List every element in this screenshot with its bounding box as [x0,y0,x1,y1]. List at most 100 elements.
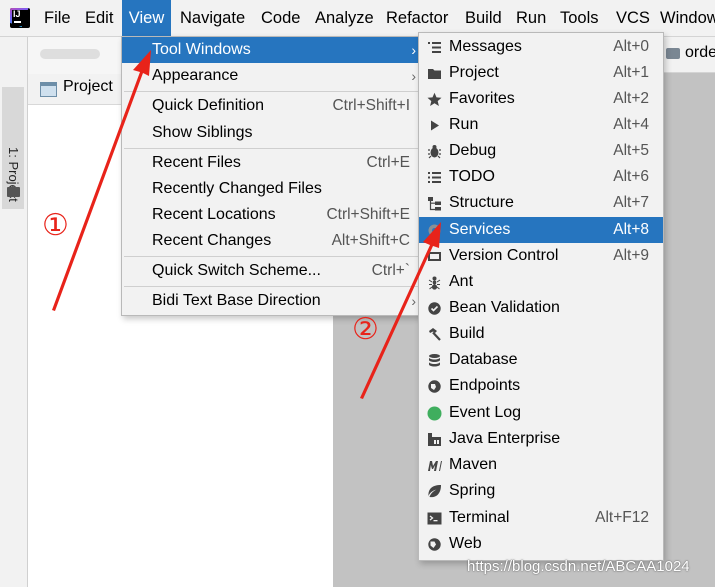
tool-windows-submenu: Messages Alt+0 Project Alt+1 Favorites A… [418,32,664,561]
view-menu-item-label: Bidi Text Base Direction [152,292,321,309]
folder-icon [666,48,680,59]
shortcut-label: Alt+7 [613,194,649,211]
shortcut-label: Alt+4 [613,116,649,133]
ant-icon [428,276,441,290]
editor-tab[interactable]: orde [660,37,715,73]
tool-window-item-label: Debug [449,142,497,159]
bug-icon [428,145,441,159]
tool-window-item-debug[interactable]: Debug Alt+5 [419,138,663,164]
menu-window[interactable]: Window [660,0,715,36]
tool-window-item-label: Ant [449,273,474,290]
tool-window-item-structure[interactable]: Structure Alt+7 [419,190,663,216]
shortcut-label: Ctrl+` [371,262,410,279]
tool-window-item-maven[interactable]: Maven [419,452,663,478]
editor-tab-label: orde [685,44,715,61]
tool-window-item-favorites[interactable]: Favorites Alt+2 [419,86,663,112]
intellij-logo-icon: IJ [10,8,30,28]
tool-window-item-label: Project [449,64,499,81]
menu-separator [124,148,418,149]
tool-window-item-messages[interactable]: Messages Alt+0 [419,34,663,60]
view-menu-item-label: Recent Locations [152,206,276,223]
tool-window-item-terminal[interactable]: Terminal Alt+F12 [419,505,663,531]
shortcut-label: Alt+9 [613,247,649,264]
tool-window-item-todo[interactable]: TODO Alt+6 [419,164,663,190]
tool-window-item-project[interactable]: Project Alt+1 [419,60,663,86]
menu-vcs[interactable]: VCS [616,0,650,36]
view-menu-item-bidi-text-base-direction[interactable]: Bidi Text Base Direction › [122,288,420,314]
tool-window-item-event-log[interactable]: Event Log [419,400,663,426]
menu-separator [124,256,418,257]
view-menu-item-label: Recently Changed Files [152,180,322,197]
menu-separator [124,91,418,92]
tool-window-item-bean-validation[interactable]: Bean Validation [419,295,663,321]
menu-run[interactable]: Run [516,0,546,36]
hammer-icon [429,328,441,341]
tool-window-item-run[interactable]: Run Alt+4 [419,112,663,138]
view-menu-dropdown: Tool Windows › Appearance › Quick Defini… [121,36,421,316]
tool-window-item-label: Bean Validation [449,299,560,316]
menu-build[interactable]: Build [465,0,502,36]
menu-code[interactable]: Code [261,0,300,36]
shortcut-label: Alt+1 [613,64,649,81]
tool-window-item-java-enterprise[interactable]: Java Enterprise [419,426,663,452]
structure-icon [428,197,441,211]
tool-window-item-spring[interactable]: Spring [419,478,663,504]
tool-window-item-label: Build [449,325,485,342]
star-icon [427,92,442,106]
project-window-icon [40,82,57,97]
view-menu-item-recently-changed-files[interactable]: Recently Changed Files [122,176,420,202]
tool-window-item-endpoints[interactable]: Endpoints [419,373,663,399]
watermark-text: https://blog.csdn.net/ABCAA1024 [467,558,690,575]
tool-window-item-label: Favorites [449,90,515,107]
shortcut-label: Alt+5 [613,142,649,159]
view-menu-item-quick-switch-scheme[interactable]: Quick Switch Scheme... Ctrl+` [122,258,420,284]
web-icon [428,538,441,551]
tool-window-item-build[interactable]: Build [419,321,663,347]
folder-icon [7,187,20,197]
menu-analyze[interactable]: Analyze [315,0,374,36]
view-menu-item-label: Quick Definition [152,97,265,114]
shortcut-label: Alt+Shift+C [331,232,410,249]
view-menu-item-label: Appearance [152,67,239,84]
view-menu-item-tool-windows[interactable]: Tool Windows › [122,37,420,63]
java-enterprise-icon [428,433,441,446]
tool-window-item-version-control[interactable]: Version Control Alt+9 [419,243,663,269]
left-tool-strip: 1: Project [0,37,28,587]
menu-view[interactable]: View [122,0,171,36]
globe-icon [428,380,441,393]
view-menu-item-recent-locations[interactable]: Recent Locations Ctrl+Shift+E [122,202,420,228]
tool-window-item-label: Terminal [449,509,510,526]
shortcut-label: Alt+0 [613,38,649,55]
submenu-arrow-icon: › [411,68,416,84]
tool-window-item-label: Run [449,116,479,133]
tool-window-item-label: Services [449,221,511,238]
shortcut-label: Ctrl+Shift+E [326,206,410,223]
tool-window-item-web[interactable]: Web [419,531,663,557]
tool-window-item-label: Web [449,535,482,552]
run-icon [431,120,439,131]
view-menu-item-recent-files[interactable]: Recent Files Ctrl+E [122,150,420,176]
menu-edit[interactable]: Edit [85,0,113,36]
menu-tools[interactable]: Tools [560,0,599,36]
menu-refactor[interactable]: Refactor [386,0,448,36]
version-control-icon [428,252,441,261]
view-menu-item-recent-changes[interactable]: Recent Changes Alt+Shift+C [122,228,420,254]
tool-window-item-label: Maven [449,456,498,473]
view-menu-item-show-siblings[interactable]: Show Siblings [122,120,420,146]
view-menu-item-label: Recent Changes [152,232,272,249]
shortcut-label: Alt+2 [613,90,649,107]
shortcut-label: Ctrl+E [366,154,411,171]
view-menu-item-quick-definition[interactable]: Quick Definition Ctrl+Shift+I [122,93,420,119]
tool-window-item-label: Endpoints [449,377,521,394]
tool-window-item-ant[interactable]: Ant [419,269,663,295]
submenu-arrow-icon: › [411,42,416,58]
tool-window-item-database[interactable]: Database [419,347,663,373]
tool-window-item-label: TODO [449,168,495,185]
menu-navigate[interactable]: Navigate [180,0,245,36]
tool-window-item-label: Version Control [449,247,559,264]
project-panel-title[interactable]: Project [63,78,113,96]
menu-file[interactable]: File [44,0,71,36]
tool-window-item-services[interactable]: Services Alt+8 [419,217,663,243]
bean-validation-icon [428,302,441,315]
view-menu-item-appearance[interactable]: Appearance › [122,63,420,89]
